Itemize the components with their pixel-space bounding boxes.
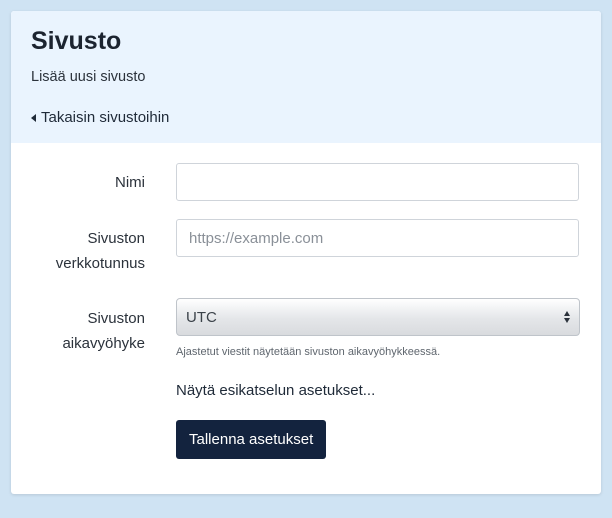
page-subtitle: Lisää uusi sivusto <box>31 69 146 85</box>
domain-input[interactable] <box>176 219 579 257</box>
name-input[interactable] <box>176 163 579 201</box>
select-arrows-icon <box>564 311 570 323</box>
timezone-help-text: Ajastetut viestit näytetään sivuston aik… <box>176 346 441 358</box>
domain-label: Sivuston verkkotunnus <box>55 230 145 272</box>
page-title: Sivusto <box>31 27 122 55</box>
site-settings-card: Sivusto Lisää uusi sivusto Takaisin sivu… <box>11 11 601 494</box>
show-preview-settings-link[interactable]: Näytä esikatselun asetukset... <box>176 381 375 401</box>
timezone-selected-value: UTC <box>186 308 217 326</box>
timezone-select[interactable]: UTC <box>176 298 580 336</box>
save-settings-button[interactable]: Tallenna asetukset <box>176 420 327 459</box>
timezone-label: Sivuston aikavyöhyke <box>62 310 145 352</box>
back-to-sites-link[interactable]: Takaisin sivustoihin <box>31 108 169 128</box>
back-link-label: Takaisin sivustoihin <box>41 109 170 126</box>
card-header: Sivusto Lisää uusi sivusto Takaisin sivu… <box>11 11 601 143</box>
name-label: Nimi <box>115 174 145 191</box>
caret-left-icon <box>31 114 36 122</box>
